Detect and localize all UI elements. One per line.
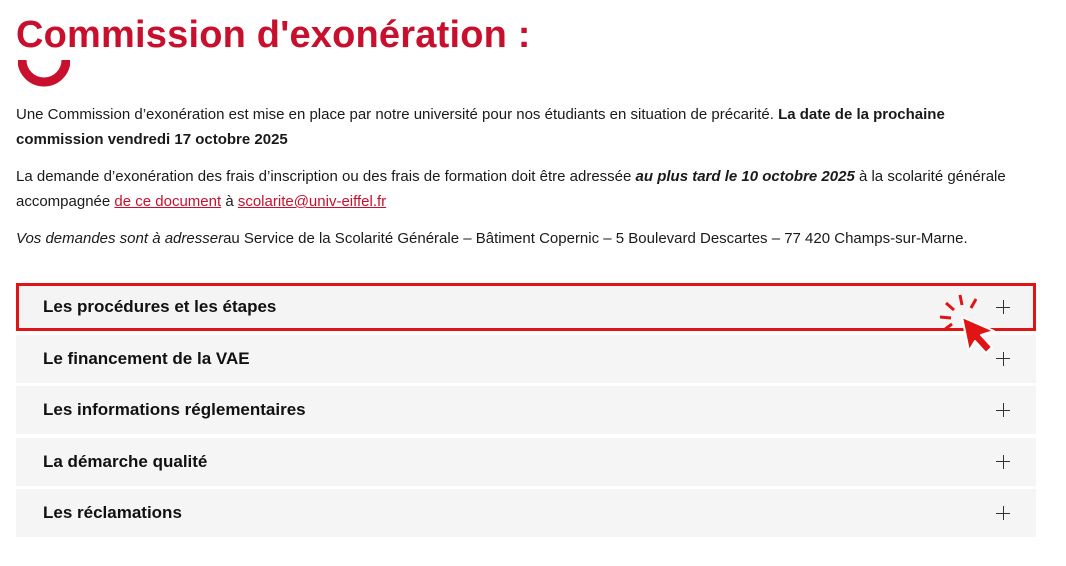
plus-icon[interactable]: [996, 300, 1010, 314]
accordion-item-reclamations[interactable]: Les réclamations: [16, 489, 1036, 537]
accordion-item-label: Les informations réglementaires: [43, 400, 306, 419]
intro-p2-text3: à: [221, 193, 238, 210]
intro-p2-deadline: au plus tard le 10 octobre 2025: [635, 168, 855, 185]
intro-p3-italic: Vos demandes sont à adresser: [16, 230, 224, 247]
accordion-item-label: Les réclamations: [43, 503, 182, 522]
email-link[interactable]: scolarite@univ-eiffel.fr: [238, 193, 386, 210]
accordion-item-label: Les procédures et les étapes: [43, 297, 277, 316]
title-block: Commission d'exonération :: [16, 12, 531, 87]
page: Commission d'exonération : Une Commissio…: [0, 0, 1066, 566]
plus-icon[interactable]: [996, 454, 1010, 469]
title-swoosh-decoration: [18, 59, 70, 87]
accordion-item-procedures[interactable]: Les procédures et les étapes: [16, 283, 1036, 331]
accordion-item-label: La démarche qualité: [43, 451, 208, 471]
page-title: Commission d'exonération :: [16, 14, 531, 56]
accordion-item-financement[interactable]: Le financement de la VAE: [16, 334, 1036, 383]
intro-paragraph-2: La demande d’exonération des frais d’ins…: [16, 164, 1026, 214]
accordion-item-informations[interactable]: Les informations réglementaires: [16, 386, 1036, 434]
accordion: Les procédures et les étapes Le financem…: [16, 283, 1036, 541]
accordion-item-qualite[interactable]: La démarche qualité: [16, 437, 1036, 486]
plus-icon[interactable]: [996, 403, 1010, 417]
intro-p3-text: au Service de la Scolarité Générale – Bâ…: [223, 230, 964, 247]
intro-paragraph-3: Vos demandes sont à adresserau Service d…: [16, 226, 1026, 251]
accordion-item-label: Le financement de la VAE: [43, 348, 250, 368]
intro-paragraph-1: Une Commission d’exonération est mise en…: [16, 102, 1026, 152]
intro-p2-text1: La demande d’exonération des frais d’ins…: [16, 168, 636, 185]
intro-p1-text: Une Commission d’exonération est mise en…: [16, 106, 779, 123]
intro-p3-end: .: [963, 230, 968, 247]
plus-icon[interactable]: [996, 351, 1010, 366]
intro-text: Une Commission d’exonération est mise en…: [16, 102, 1026, 263]
document-link[interactable]: de ce document: [114, 193, 221, 210]
plus-icon[interactable]: [996, 506, 1010, 520]
